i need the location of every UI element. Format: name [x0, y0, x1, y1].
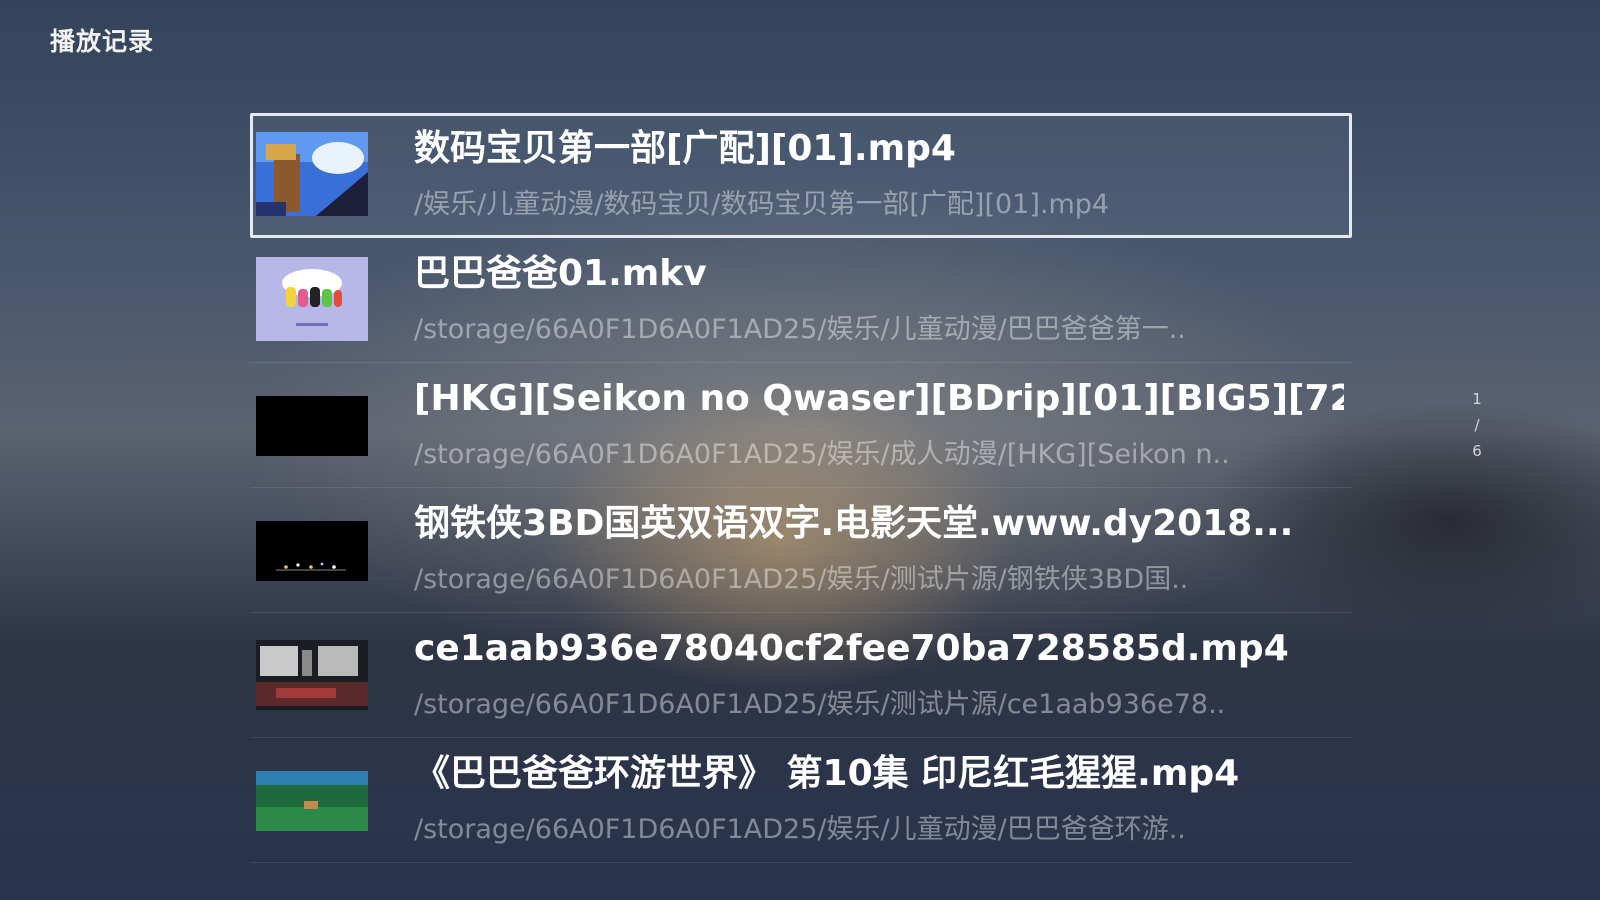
video-thumbnail	[256, 257, 368, 341]
video-thumbnail	[256, 507, 368, 591]
history-item[interactable]: [HKG][Seikon no Qwaser][BDrip][01][BIG5]…	[250, 363, 1352, 488]
item-title: 钢铁侠3BD国英双语双字.电影天堂.www.dy2018...	[414, 503, 1294, 544]
video-thumbnail	[256, 382, 368, 466]
item-title: [HKG][Seikon no Qwaser][BDrip][01][BIG5]…	[414, 378, 1344, 419]
item-title: 巴巴爸爸01.mkv	[414, 253, 707, 294]
page-title: 播放记录	[50, 27, 155, 56]
history-list: 数码宝贝第一部[广配][01].mp4 /娱乐/儿童动漫/数码宝贝/数码宝贝第一…	[250, 113, 1352, 863]
page-separator: /	[1474, 416, 1480, 434]
item-path: /storage/66A0F1D6A0F1AD25/娱乐/测试片源/ce1aab…	[414, 689, 1226, 720]
history-item[interactable]: 数码宝贝第一部[广配][01].mp4 /娱乐/儿童动漫/数码宝贝/数码宝贝第一…	[250, 113, 1352, 238]
video-thumbnail	[256, 757, 368, 841]
item-title: 《巴巴爸爸环游世界》 第10集 印尼红毛猩猩.mp4	[414, 753, 1240, 794]
item-path: /storage/66A0F1D6A0F1AD25/娱乐/儿童动漫/巴巴爸爸第一…	[414, 314, 1186, 345]
total-pages: 6	[1472, 442, 1482, 460]
current-page: 1	[1472, 390, 1482, 408]
item-path: /娱乐/儿童动漫/数码宝贝/数码宝贝第一部[广配][01].mp4	[414, 189, 1110, 220]
history-item[interactable]: 巴巴爸爸01.mkv /storage/66A0F1D6A0F1AD25/娱乐/…	[250, 238, 1352, 363]
item-path: /storage/66A0F1D6A0F1AD25/娱乐/儿童动漫/巴巴爸爸环游…	[414, 814, 1186, 845]
history-item[interactable]: 《巴巴爸爸环游世界》 第10集 印尼红毛猩猩.mp4 /storage/66A0…	[250, 738, 1352, 863]
video-thumbnail	[256, 632, 368, 716]
history-item[interactable]: ce1aab936e78040cf2fee70ba728585d.mp4 /st…	[250, 613, 1352, 738]
video-thumbnail	[256, 132, 368, 216]
item-path: /storage/66A0F1D6A0F1AD25/娱乐/成人动漫/[HKG][…	[414, 439, 1230, 470]
item-path: /storage/66A0F1D6A0F1AD25/娱乐/测试片源/钢铁侠3BD…	[414, 564, 1189, 595]
page-indicator: 1 / 6	[1466, 386, 1488, 464]
item-title: ce1aab936e78040cf2fee70ba728585d.mp4	[414, 628, 1289, 669]
item-title: 数码宝贝第一部[广配][01].mp4	[414, 128, 956, 169]
history-item[interactable]: 钢铁侠3BD国英双语双字.电影天堂.www.dy2018... /storage…	[250, 488, 1352, 613]
